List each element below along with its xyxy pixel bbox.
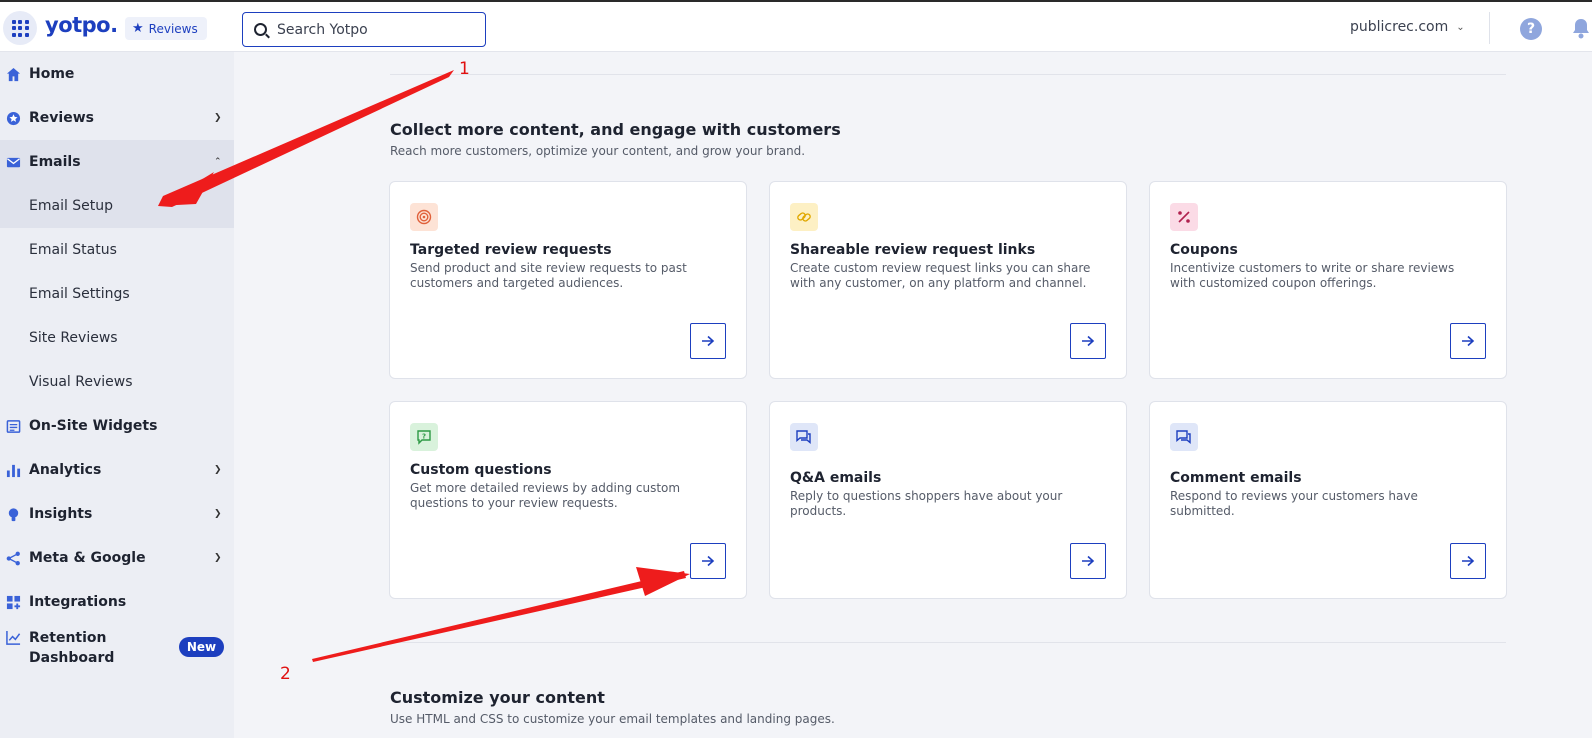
chat-bubbles-icon bbox=[1170, 423, 1198, 451]
sidebar: Home Reviews ❯ Emails ⌃ Email Setup Emai… bbox=[0, 52, 234, 738]
card-description: Create custom review request links you c… bbox=[790, 261, 1091, 290]
link-icon bbox=[790, 203, 818, 231]
bar-chart-icon bbox=[6, 464, 21, 477]
card-description: Respond to reviews your customers have s… bbox=[1170, 489, 1418, 518]
sidebar-item-label: Home bbox=[29, 66, 75, 82]
annotation-label-1: 1 bbox=[459, 59, 470, 79]
arrow-right-button[interactable] bbox=[690, 543, 726, 579]
card-description: Get more detailed reviews by adding cust… bbox=[410, 481, 681, 510]
sidebar-item-label: Integrations bbox=[29, 594, 127, 610]
home-icon bbox=[6, 67, 21, 81]
chevron-down-icon: ⌄ bbox=[1456, 21, 1465, 33]
sidebar-item-on-site-widgets[interactable]: On-Site Widgets bbox=[0, 404, 234, 448]
arrow-right-button[interactable] bbox=[1070, 323, 1106, 359]
section-subtitle: Use HTML and CSS to customize your email… bbox=[390, 712, 835, 726]
help-icon[interactable]: ? bbox=[1520, 18, 1542, 40]
percent-icon bbox=[1170, 203, 1198, 231]
sidebar-item-label: Insights bbox=[29, 506, 93, 522]
new-badge: New bbox=[179, 637, 224, 657]
sidebar-item-label: Emails bbox=[29, 154, 81, 170]
share-icon bbox=[6, 551, 20, 565]
store-name: publicrec.com bbox=[1350, 19, 1449, 35]
app-grid-icon[interactable] bbox=[3, 11, 37, 45]
star-badge-icon bbox=[6, 111, 21, 125]
card-qa-emails[interactable]: Q&A emails Reply to questions shoppers h… bbox=[769, 401, 1127, 599]
product-label: Reviews bbox=[148, 21, 198, 36]
lightbulb-icon bbox=[8, 507, 19, 521]
mail-icon bbox=[6, 157, 21, 167]
sidebar-item-analytics[interactable]: Analytics ❯ bbox=[0, 448, 234, 492]
section-divider bbox=[390, 642, 1506, 643]
sidebar-subitem-email-status[interactable]: Email Status bbox=[0, 228, 234, 272]
card-description: Reply to questions shoppers have about y… bbox=[790, 489, 1063, 518]
chat-bubbles-icon bbox=[790, 423, 818, 451]
section-divider bbox=[390, 74, 1506, 75]
search-icon bbox=[254, 23, 267, 36]
sidebar-item-meta-google[interactable]: Meta & Google ❯ bbox=[0, 536, 234, 580]
trend-icon bbox=[6, 630, 21, 645]
top-bar: yotpo. ★ Reviews publicrec.com ⌄ ? bbox=[0, 0, 1592, 52]
sidebar-item-label: Retention Dashboard bbox=[29, 630, 115, 666]
search-box[interactable] bbox=[242, 12, 486, 47]
card-description: Incentivize customers to write or share … bbox=[1170, 261, 1455, 290]
store-selector[interactable]: publicrec.com ⌄ bbox=[1350, 19, 1465, 35]
yotpo-logo[interactable]: yotpo. bbox=[45, 13, 118, 37]
search-input[interactable] bbox=[277, 21, 467, 38]
card-comment-emails[interactable]: Comment emails Respond to reviews your c… bbox=[1149, 401, 1507, 599]
chevron-right-icon: ❯ bbox=[214, 553, 222, 563]
card-custom-questions[interactable]: ? Custom questions Get more detailed rev… bbox=[389, 401, 747, 599]
card-shareable-review-links[interactable]: Shareable review request links Create cu… bbox=[769, 181, 1127, 379]
card-title: Custom questions bbox=[410, 462, 552, 478]
question-bubble-icon: ? bbox=[410, 423, 438, 451]
target-icon bbox=[410, 203, 438, 231]
arrow-right-button[interactable] bbox=[1070, 543, 1106, 579]
section-title: Collect more content, and engage with cu… bbox=[390, 120, 841, 139]
chevron-right-icon: ❯ bbox=[214, 113, 222, 123]
sidebar-item-emails[interactable]: Emails ⌃ bbox=[0, 140, 234, 184]
sidebar-item-label: Analytics bbox=[29, 462, 102, 478]
bell-icon[interactable] bbox=[1571, 17, 1591, 39]
card-targeted-review-requests[interactable]: Targeted review requests Send product an… bbox=[389, 181, 747, 379]
chevron-right-icon: ❯ bbox=[214, 509, 222, 519]
sidebar-item-home[interactable]: Home bbox=[0, 52, 234, 96]
card-title: Comment emails bbox=[1170, 470, 1302, 486]
reviews-star-icon: ★ bbox=[132, 21, 144, 36]
sidebar-subitem-label: Email Setup bbox=[29, 198, 114, 214]
section-subtitle: Reach more customers, optimize your cont… bbox=[390, 144, 806, 158]
sidebar-item-label: On-Site Widgets bbox=[29, 418, 158, 434]
chevron-right-icon: ❯ bbox=[214, 465, 222, 475]
card-title: Shareable review request links bbox=[790, 242, 1036, 258]
arrow-right-button[interactable] bbox=[1450, 323, 1486, 359]
card-title: Targeted review requests bbox=[410, 242, 612, 258]
sidebar-item-insights[interactable]: Insights ❯ bbox=[0, 492, 234, 536]
annotation-label-2: 2 bbox=[280, 664, 291, 684]
section-title: Customize your content bbox=[390, 688, 605, 707]
sidebar-subitem-label: Email Status bbox=[29, 242, 117, 258]
card-title: Coupons bbox=[1170, 242, 1238, 258]
card-title: Q&A emails bbox=[790, 470, 882, 486]
sidebar-subitem-email-setup[interactable]: Email Setup bbox=[0, 184, 234, 228]
sidebar-item-label: Meta & Google bbox=[29, 550, 146, 566]
integrations-icon bbox=[6, 595, 21, 609]
card-coupons[interactable]: Coupons Incentivize customers to write o… bbox=[1149, 181, 1507, 379]
chevron-up-icon: ⌃ bbox=[214, 157, 222, 167]
sidebar-subitem-label: Visual Reviews bbox=[29, 374, 133, 390]
arrow-right-button[interactable] bbox=[1450, 543, 1486, 579]
sidebar-item-reviews[interactable]: Reviews ❯ bbox=[0, 96, 234, 140]
sidebar-subitem-label: Email Settings bbox=[29, 286, 130, 302]
sidebar-subitem-site-reviews[interactable]: Site Reviews bbox=[0, 316, 234, 360]
divider bbox=[1489, 12, 1490, 44]
widget-icon bbox=[6, 419, 21, 433]
sidebar-item-label: Reviews bbox=[29, 110, 94, 126]
svg-text:?: ? bbox=[422, 433, 426, 441]
sidebar-subitem-label: Site Reviews bbox=[29, 330, 118, 346]
sidebar-subitem-visual-reviews[interactable]: Visual Reviews bbox=[0, 360, 234, 404]
product-switcher[interactable]: ★ Reviews bbox=[125, 17, 207, 40]
arrow-right-button[interactable] bbox=[690, 323, 726, 359]
sidebar-item-integrations[interactable]: Integrations bbox=[0, 580, 234, 624]
card-description: Send product and site review requests to… bbox=[410, 261, 687, 290]
sidebar-subitem-email-settings[interactable]: Email Settings bbox=[0, 272, 234, 316]
